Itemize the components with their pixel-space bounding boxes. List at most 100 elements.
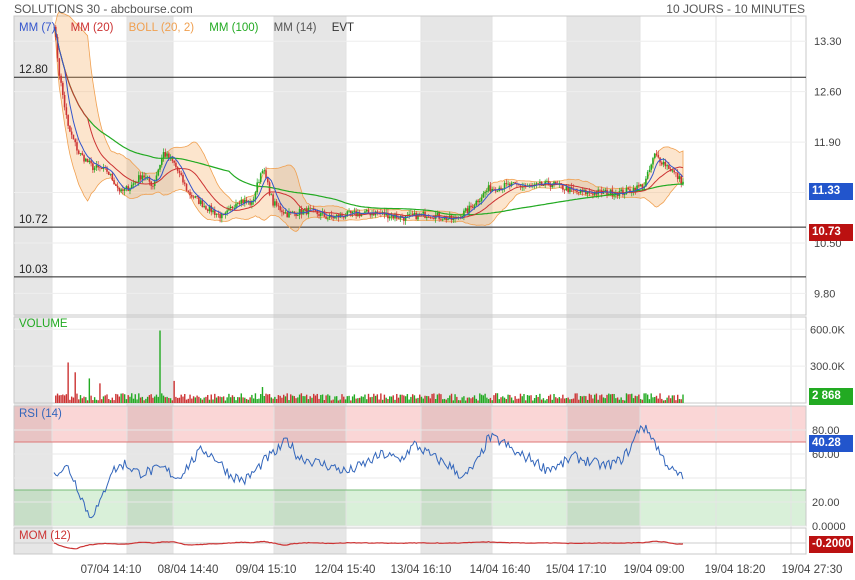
legend-ma100[interactable]: MM (100)	[209, 22, 258, 34]
volume-bar	[470, 398, 472, 403]
candle-body	[537, 183, 539, 185]
volume-bar	[567, 397, 569, 403]
volume-bar	[127, 395, 129, 403]
volume-bar	[325, 395, 327, 403]
volume-bar	[201, 399, 204, 403]
volume-bar	[305, 394, 308, 403]
volume-bar	[70, 396, 73, 403]
candle-body	[279, 206, 281, 211]
legend-ma7[interactable]: MM (7)	[19, 22, 55, 34]
volume-bar	[583, 395, 585, 403]
level-label: 12.80	[19, 64, 48, 76]
candle-body	[116, 185, 119, 188]
volume-bar	[532, 400, 534, 403]
volume-bar	[111, 397, 114, 403]
volume-bar	[302, 396, 304, 403]
volume-bar	[254, 393, 257, 403]
volume-bar	[270, 397, 273, 403]
volume-bar	[217, 396, 220, 403]
candle-body	[291, 211, 294, 213]
volume-bar	[615, 398, 617, 403]
volume-bar	[337, 400, 340, 403]
candle-body	[562, 184, 564, 190]
volume-bar	[131, 393, 133, 403]
candle-body	[187, 190, 190, 192]
rsi-oversold-zone	[14, 490, 806, 526]
volume-bar	[461, 397, 463, 403]
volume-bar	[608, 393, 610, 403]
candle-body	[348, 210, 350, 212]
volume-bar	[238, 397, 241, 403]
legend-evt[interactable]: EVT	[332, 22, 354, 34]
legend-ma20[interactable]: MM (20)	[71, 22, 114, 34]
candle-body	[657, 154, 660, 158]
volume-bar	[203, 397, 205, 403]
candle-body	[429, 217, 432, 218]
volume-bar	[237, 397, 239, 403]
volume-bar	[215, 397, 218, 403]
volume-bar	[636, 396, 638, 403]
candle-body	[215, 213, 218, 215]
candle-body	[577, 192, 580, 194]
volume-bar	[293, 396, 295, 403]
candle-body	[191, 195, 193, 197]
candle-body	[233, 207, 236, 209]
session-band	[421, 16, 492, 554]
volume-bar	[491, 400, 493, 403]
candle-body	[678, 176, 681, 180]
candle-body	[107, 171, 110, 175]
rsi-overbought-zone	[14, 406, 806, 442]
candle-body	[546, 181, 548, 182]
volume-bar	[565, 397, 568, 403]
candle-body	[482, 193, 485, 198]
candle-body	[212, 210, 214, 213]
mom-panel-label: MOM (12)	[19, 530, 71, 542]
volume-bar	[646, 394, 649, 403]
candle-body	[199, 200, 202, 204]
volume-bar	[263, 396, 265, 403]
volume-tick-label: 300.0K	[810, 361, 846, 373]
candle-body	[650, 164, 652, 170]
x-tick-label: 12/04 15:40	[315, 564, 376, 576]
candle-body	[192, 196, 195, 198]
volume-bar	[360, 396, 363, 403]
candle-body	[365, 209, 368, 212]
candle-body	[205, 206, 207, 210]
volume-bar	[641, 399, 644, 403]
candle-body	[549, 185, 552, 188]
price-tick-label: 13.30	[814, 36, 842, 48]
legend-boll[interactable]: BOLL (20, 2)	[129, 22, 194, 34]
candle-body	[652, 158, 654, 165]
volume-bar	[562, 394, 564, 403]
volume-bar	[104, 395, 106, 403]
candle-body	[388, 216, 391, 219]
volume-bar	[445, 399, 447, 403]
volume-bar	[364, 394, 366, 403]
candle-body	[620, 189, 622, 192]
level-label: 10.03	[19, 264, 48, 276]
volume-bar	[413, 395, 416, 403]
volume-bar	[272, 398, 274, 403]
volume-bar	[138, 393, 140, 403]
volume-bar	[74, 372, 76, 403]
volume-bar	[362, 396, 364, 403]
volume-bar	[346, 396, 348, 403]
candle-body	[627, 188, 630, 190]
rsi-panel-label: RSI (14)	[19, 408, 62, 420]
volume-bar	[155, 394, 158, 403]
volume-bar	[164, 397, 167, 403]
volume-bar	[184, 394, 186, 403]
volume-bar	[519, 393, 522, 403]
volume-bar	[321, 394, 324, 403]
candle-body	[62, 82, 64, 96]
volume-bar	[475, 398, 477, 403]
volume-bar	[343, 396, 345, 403]
volume-bar	[459, 400, 462, 403]
volume-bar	[585, 396, 587, 403]
legend-ma14[interactable]: MM (14)	[274, 22, 317, 34]
volume-bar	[606, 394, 608, 403]
x-tick-label: 14/04 16:40	[470, 564, 531, 576]
volume-bar	[159, 330, 161, 403]
volume-bar	[189, 394, 191, 403]
volume-bar	[373, 393, 375, 403]
